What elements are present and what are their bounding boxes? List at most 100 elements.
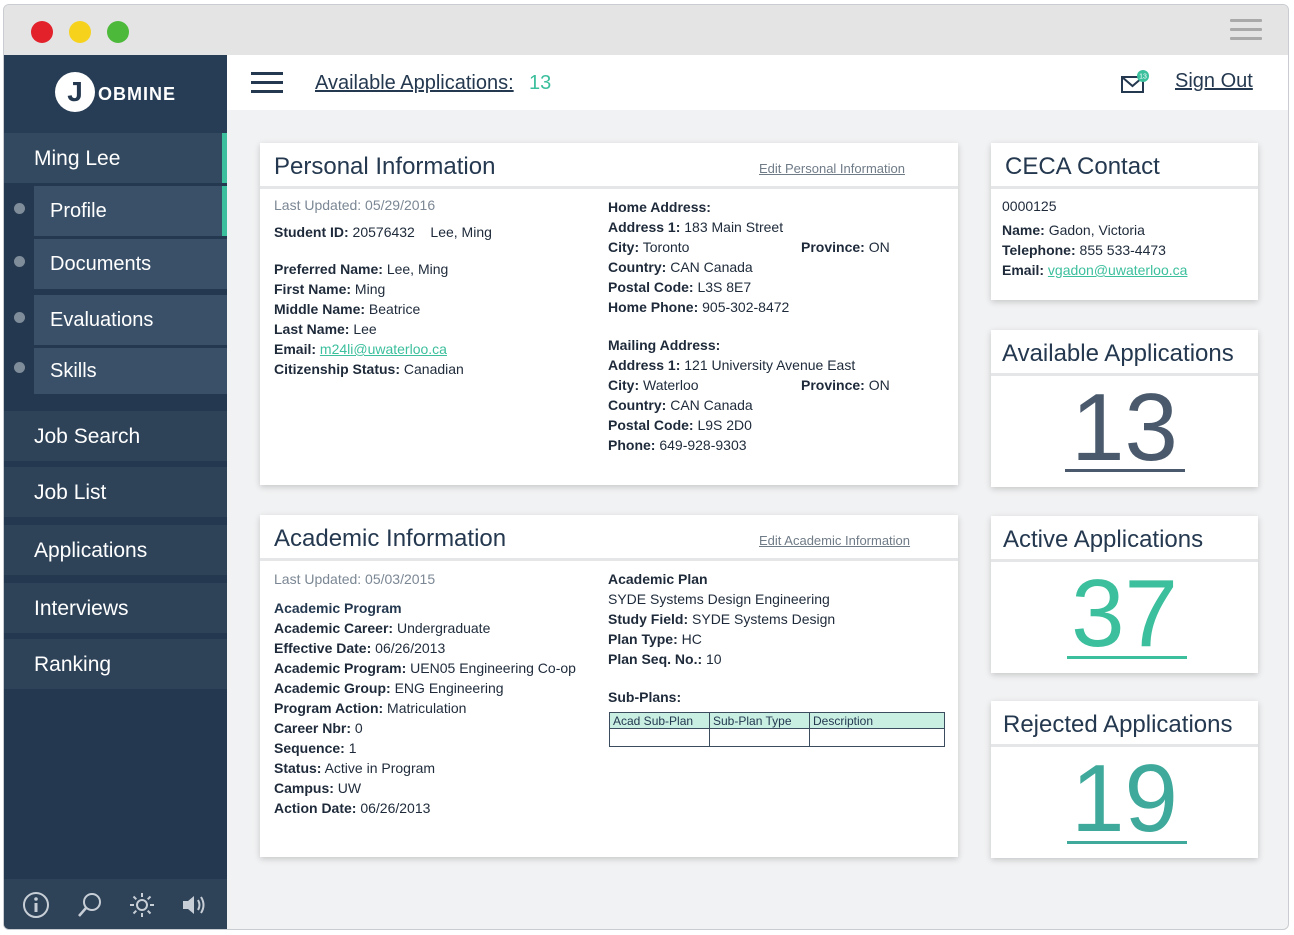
field-label: Academic Program: [274, 660, 407, 676]
career-nbr-value: 0 [354, 720, 363, 736]
minimize-window-button[interactable] [69, 21, 91, 43]
field-label: City: [608, 239, 640, 255]
mailing-province-value: ON [868, 377, 890, 393]
sidebar-item-applications[interactable]: Applications [4, 525, 227, 575]
name-block: Preferred Name: Lee, Ming First Name: Mi… [274, 259, 464, 379]
active-applications-card[interactable]: Active Applications 37 [991, 516, 1258, 673]
rejected-applications-card[interactable]: Rejected Applications 19 [991, 701, 1258, 858]
last-updated: Last Updated: 05/03/2015 [274, 571, 436, 587]
field-label: Country: [608, 259, 667, 275]
academic-program-block: Academic Program Academic Career: Underg… [274, 598, 576, 818]
column-header: Sub-Plan Type [709, 712, 810, 729]
study-field-value: SYDE Systems Design [692, 611, 836, 627]
field-label: Home Phone: [608, 299, 699, 315]
sidebar-item-user[interactable]: Ming Lee [4, 133, 227, 183]
sidebar-footer [4, 879, 227, 929]
field-label: Postal Code: [608, 417, 694, 433]
table-cell [709, 728, 810, 747]
campus-value: UW [337, 780, 362, 796]
divider [260, 558, 958, 561]
mailing-address-block: Mailing Address: Address 1: 121 Universi… [608, 335, 908, 455]
table-cell [609, 728, 710, 747]
group-value: ENG Engineering [394, 680, 504, 696]
info-icon[interactable] [22, 891, 50, 919]
field-label: Academic Group: [274, 680, 391, 696]
mail-badge: 13 [1139, 74, 1147, 81]
active-applications-value[interactable]: 37 [991, 566, 1258, 662]
section-heading: Academic Program [274, 600, 402, 616]
divider [991, 186, 1258, 189]
sidebar-item-profile[interactable]: Profile [34, 186, 227, 236]
underline [1067, 841, 1187, 844]
card-title: Academic Information [274, 525, 507, 552]
section-heading: Sub-Plans: [608, 689, 682, 705]
field-label: Address 1: [608, 357, 681, 373]
mail-icon[interactable]: 13 [1120, 69, 1150, 95]
underline [1065, 469, 1185, 472]
action-date-value: 06/26/2013 [360, 800, 431, 816]
sidebar-item-job-list[interactable]: Job List [4, 467, 227, 517]
email-link[interactable]: m24li@uwaterloo.ca [320, 341, 447, 357]
app-logo[interactable]: J OBMINE [4, 55, 227, 133]
menu-icon[interactable] [251, 72, 283, 94]
ceca-email-link[interactable]: vgadon@uwaterloo.ca [1048, 262, 1188, 278]
home-address-value: 183 Main Street [684, 219, 784, 235]
search-icon[interactable] [76, 891, 104, 919]
available-applications-value[interactable]: 13 [991, 380, 1258, 476]
underline [1067, 656, 1187, 659]
volume-icon[interactable] [180, 891, 208, 919]
personal-information-card: Personal Information Edit Personal Infor… [260, 143, 958, 485]
home-phone-value: 905-302-8472 [702, 299, 790, 315]
sidebar-item-documents[interactable]: Documents [34, 239, 227, 289]
sign-out-link[interactable]: Sign Out [1175, 70, 1253, 93]
rejected-applications-value[interactable]: 19 [991, 751, 1258, 847]
field-label: Telephone: [1002, 242, 1076, 258]
field-label: Action Date: [274, 800, 357, 816]
field-label: Email: [274, 341, 317, 357]
table-row [609, 728, 945, 747]
table-header-row: Acad Sub-Plan Sub-Plan Type Description [609, 712, 945, 729]
status-value: Active in Program [324, 760, 436, 776]
student-name-value: Lee, Ming [430, 224, 492, 240]
plan-seq-value: 10 [706, 651, 722, 667]
window-menu-icon[interactable] [1230, 19, 1262, 41]
home-city-value: Toronto [642, 239, 690, 255]
edit-personal-information-link[interactable]: Edit Personal Information [759, 161, 905, 176]
bullet-icon [14, 362, 25, 373]
logo-mark: J [55, 72, 95, 112]
career-value: Undergraduate [396, 620, 491, 636]
field-label: Campus: [274, 780, 334, 796]
sidebar-item-label: Applications [34, 539, 148, 562]
title-bar [4, 5, 1288, 55]
sidebar-item-label: Documents [50, 253, 152, 275]
brightness-icon[interactable] [128, 891, 156, 919]
ceca-contact-card: CECA Contact 0000125 Name: Gadon, Victor… [991, 143, 1258, 300]
section-heading: Academic Plan [608, 571, 708, 587]
field-label: Effective Date: [274, 640, 372, 656]
sidebar-item-skills[interactable]: Skills [34, 348, 227, 394]
available-applications-link[interactable]: Available Applications: [315, 72, 514, 95]
field-label: Sequence: [274, 740, 345, 756]
maximize-window-button[interactable] [107, 21, 129, 43]
close-window-button[interactable] [31, 21, 53, 43]
home-postal-value: L3S 8E7 [697, 279, 752, 295]
sidebar-item-interviews[interactable]: Interviews [4, 583, 227, 633]
sidebar-item-job-search[interactable]: Job Search [4, 411, 227, 461]
edit-academic-information-link[interactable]: Edit Academic Information [759, 533, 910, 548]
last-updated: Last Updated: 05/29/2016 [274, 197, 436, 213]
available-applications-card[interactable]: Available Applications 13 [991, 330, 1258, 487]
divider [260, 186, 958, 189]
field-label: Middle Name: [274, 301, 366, 317]
preferred-name-value: Lee, Ming [386, 261, 449, 277]
field-label: Study Field: [608, 611, 689, 627]
middle-name-value: Beatrice [368, 301, 421, 317]
top-bar: Available Applications: 13 13 Sign Out [227, 55, 1288, 110]
mailing-country-value: CAN Canada [670, 397, 753, 413]
sidebar-item-ranking[interactable]: Ranking [4, 639, 227, 689]
field-label: Province: [801, 239, 865, 255]
ceca-phone-value: 855 533-4473 [1079, 242, 1166, 258]
ceca-id-value: 0000125 [1002, 198, 1057, 214]
app-window: J OBMINE Ming Lee Profile Documents Eval… [3, 4, 1289, 930]
section-heading: Mailing Address: [608, 337, 721, 353]
sidebar-item-evaluations[interactable]: Evaluations [34, 295, 227, 345]
